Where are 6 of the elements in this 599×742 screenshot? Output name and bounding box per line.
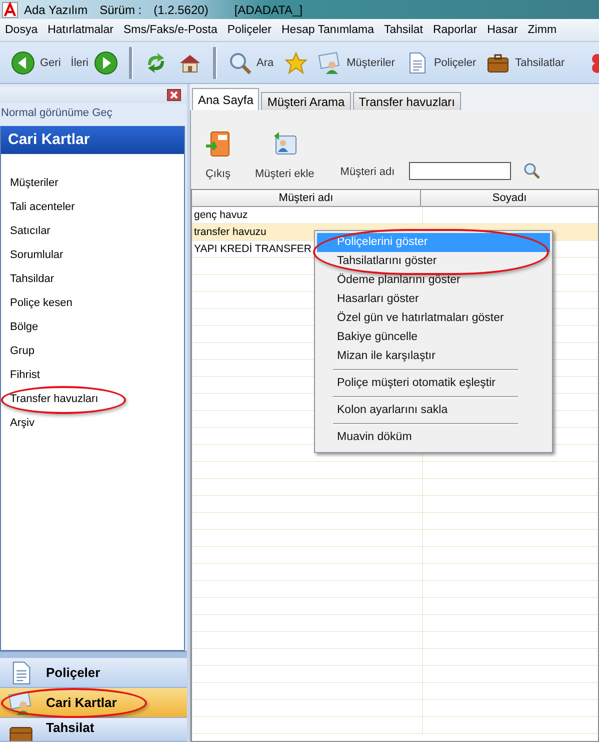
window-title: [ADADATA_] bbox=[234, 2, 303, 16]
window-title: (1.2.5620) bbox=[154, 2, 208, 16]
panel-title: Cari Kartlar bbox=[1, 126, 184, 154]
window-title: Ada Yazılım bbox=[24, 2, 88, 16]
window-title: Sürüm : bbox=[100, 2, 142, 16]
field-label: Müşteri adı bbox=[340, 166, 395, 180]
